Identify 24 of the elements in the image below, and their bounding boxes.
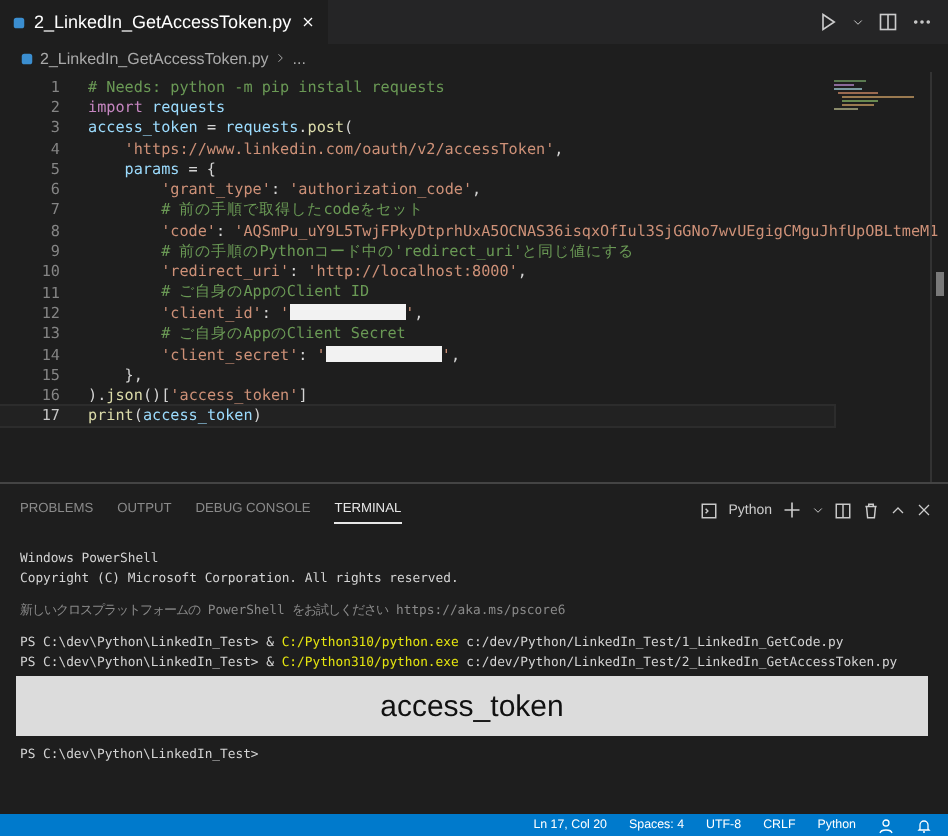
close-icon[interactable] [299, 14, 316, 30]
split-editor-icon[interactable] [878, 12, 898, 32]
terminal-icon[interactable] [700, 501, 719, 519]
plus-icon[interactable] [782, 500, 802, 520]
scrollbar-thumb[interactable] [936, 272, 944, 296]
chevron-down-icon[interactable] [852, 16, 864, 28]
python-file-icon [12, 15, 26, 29]
python-file-icon [20, 51, 34, 65]
redaction-mark [325, 346, 442, 362]
redaction-mark [289, 304, 406, 321]
person-icon[interactable] [878, 817, 894, 833]
overlay-label: access_token [380, 689, 564, 723]
bell-icon[interactable] [916, 817, 932, 833]
editor-tab[interactable]: 2_LinkedIn_GetAccessToken.py [0, 0, 328, 44]
chevron-right-icon[interactable] [274, 52, 287, 64]
breadcrumb-item[interactable]: 2_LinkedIn_GetAccessToken.py [40, 49, 269, 67]
breadcrumb-item[interactable]: ... [292, 49, 306, 67]
minimap-drawing[interactable] [834, 80, 914, 112]
chevron-down-icon[interactable] [812, 504, 824, 516]
close-icon[interactable] [916, 502, 932, 518]
split-terminal-icon[interactable] [834, 501, 852, 519]
trash-icon[interactable] [862, 501, 880, 519]
run-icon[interactable] [818, 12, 838, 32]
chevron-up-icon[interactable] [890, 502, 906, 518]
